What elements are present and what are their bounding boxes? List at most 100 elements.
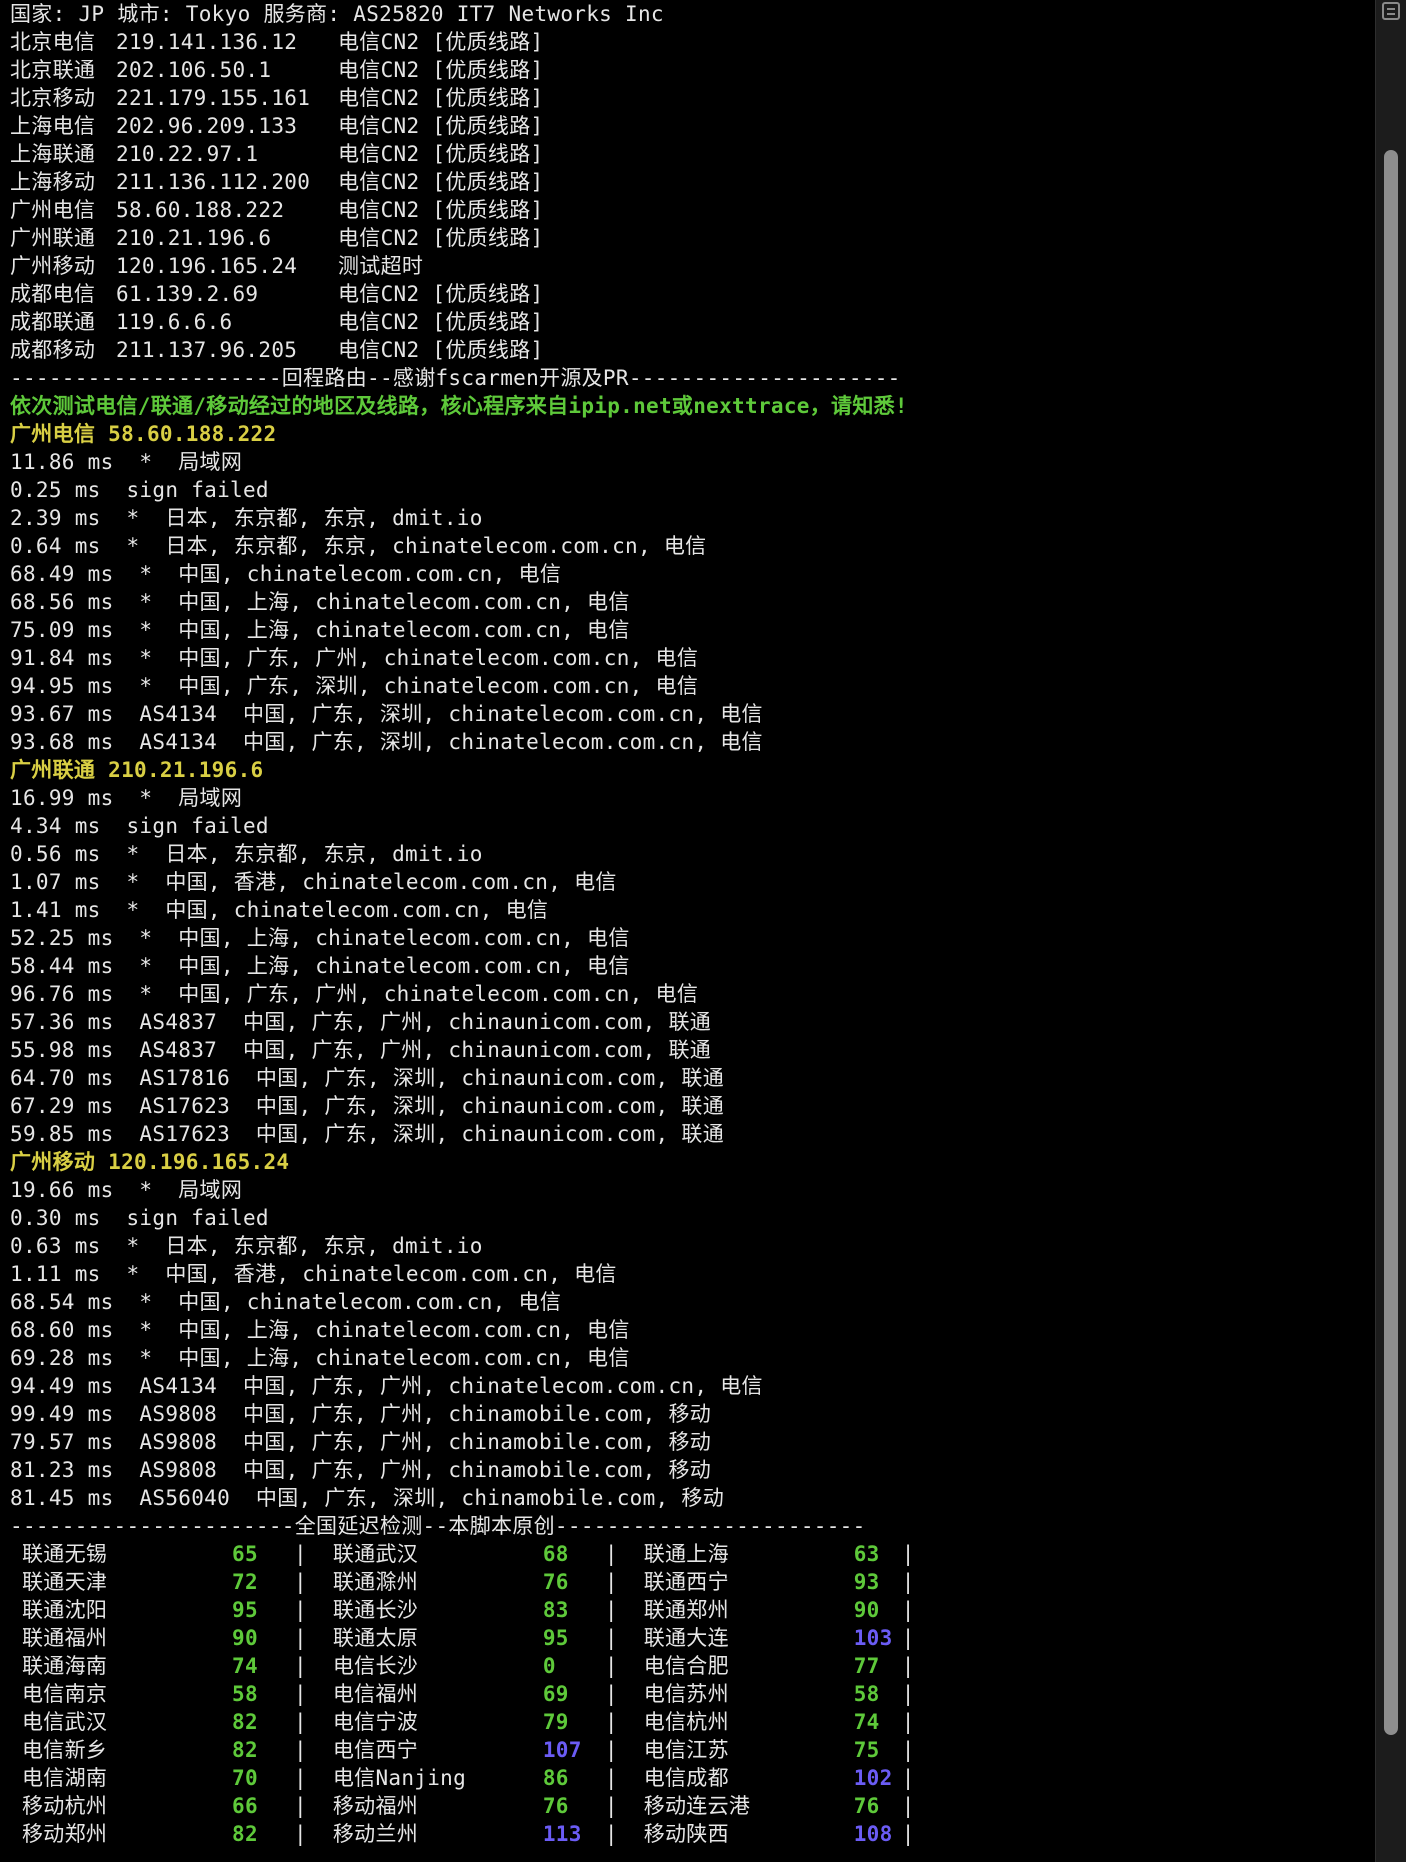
latency-city: 电信Nanjing <box>332 1766 467 1790</box>
trace-hop: 0.30 ms sign failed <box>10 1206 269 1230</box>
trace-hop: 79.57 ms AS9808 中国, 广东, 广州, chinamobile.… <box>10 1430 712 1454</box>
latency-row: 联通海南 74 | 电信长沙 0 | 电信合肥 77 | <box>10 1652 1376 1680</box>
latency-row: 电信新乡 82 | 电信西宁 107 | 电信江苏 75 | <box>10 1736 1376 1764</box>
latency-value: 82 <box>232 1822 258 1846</box>
latency-city: 联通大连 <box>643 1626 729 1650</box>
column-divider: | <box>294 1598 333 1622</box>
terminal-output[interactable]: 国家: JP 城市: Tokyo 服务商: AS25820 IT7 Networ… <box>0 0 1376 1862</box>
route-label: 成都电信 <box>10 282 109 306</box>
route-ip: 210.22.97.1 <box>116 142 259 166</box>
latency-city: 移动连云港 <box>643 1794 751 1818</box>
column-divider: | <box>901 1654 915 1678</box>
trace-hop: 1.11 ms * 中国, 香港, chinatelecom.com.cn, 电… <box>10 1262 617 1286</box>
route-label: 成都联通 <box>10 310 109 334</box>
latency-city: 联通太原 <box>332 1626 419 1650</box>
column-divider: | <box>604 1626 644 1650</box>
route-label: 广州移动 <box>10 254 109 278</box>
latency-city: 电信福州 <box>332 1682 419 1706</box>
trace-hop: 0.63 ms * 日本, 东京都, 东京, dmit.io <box>10 1234 483 1258</box>
route-result: 电信CN2 [优质线路] <box>338 170 544 194</box>
route-label: 成都移动 <box>10 338 109 362</box>
latency-city: 移动兰州 <box>332 1822 419 1846</box>
latency-row: 移动郑州 82 | 移动兰州 113 | 移动陕西 108 | <box>10 1820 1376 1848</box>
latency-value: 76 <box>542 1794 569 1818</box>
latency-row: 联通沈阳 95 | 联通长沙 83 | 联通郑州 90 | <box>10 1596 1376 1624</box>
latency-city: 联通无锡 <box>22 1542 108 1566</box>
route-label: 上海移动 <box>10 170 109 194</box>
route-check-row: 上海移动 211.136.112.200 电信CN2 [优质线路] <box>10 168 1376 196</box>
trace-title: 广州移动 120.196.165.24 <box>10 1150 290 1174</box>
latency-table: 联通无锡 65 | 联通武汉 68 | 联通上海 63 | 联通天津 72 | 联通滁州 76 | 联… <box>10 1540 1376 1848</box>
trace-hop: 67.29 ms AS17623 中国, 广东, 深圳, chinaunicom… <box>10 1094 725 1118</box>
latency-value: 58 <box>853 1682 880 1706</box>
trace-title: 广州联通 210.21.196.6 <box>10 758 264 782</box>
trace-hops: 16.99 ms * 局域网 4.34 ms sign failed 0.56 ms… <box>10 784 1376 1148</box>
route-check-row: 广州电信 58.60.188.222 电信CN2 [优质线路] <box>10 196 1376 224</box>
latency-city: 联通海南 <box>22 1654 108 1678</box>
column-divider: | <box>294 1626 333 1650</box>
route-ip: 58.60.188.222 <box>116 198 285 222</box>
latency-value: 113 <box>542 1822 582 1846</box>
route-result: 测试超时 <box>338 254 424 278</box>
latency-value: 107 <box>542 1738 582 1762</box>
route-label: 北京电信 <box>10 30 109 54</box>
trace-hops: 19.66 ms * 局域网 0.30 ms sign failed 0.63 ms… <box>10 1176 1376 1512</box>
latency-city: 联通滁州 <box>332 1570 419 1594</box>
latency-city: 移动陕西 <box>643 1822 729 1846</box>
latency-value: 95 <box>232 1598 258 1622</box>
trace-hop: 75.09 ms * 中国, 上海, chinatelecom.com.cn, … <box>10 618 630 642</box>
trace-hop: 93.68 ms AS4134 中国, 广东, 深圳, chinatelecom… <box>10 730 763 754</box>
column-divider: | <box>604 1822 644 1846</box>
latency-value: 70 <box>232 1766 258 1790</box>
latency-value: 66 <box>232 1794 258 1818</box>
latency-value: 74 <box>232 1654 258 1678</box>
route-check-row: 成都联通 119.6.6.6 电信CN2 [优质线路] <box>10 308 1376 336</box>
latency-value: 69 <box>542 1682 569 1706</box>
column-divider: | <box>901 1710 915 1734</box>
column-divider: | <box>604 1570 644 1594</box>
route-label: 广州联通 <box>10 226 109 250</box>
route-ip: 120.196.165.24 <box>116 254 298 278</box>
trace-title: 广州电信 58.60.188.222 <box>10 422 277 446</box>
latency-city: 电信江苏 <box>643 1738 729 1762</box>
latency-city: 移动杭州 <box>22 1794 108 1818</box>
latency-value: 58 <box>232 1682 258 1706</box>
trace-hop: 96.76 ms * 中国, 广东, 广州, chinatelecom.com.… <box>10 982 699 1006</box>
latency-city: 联通西宁 <box>643 1570 729 1594</box>
latency-city: 联通沈阳 <box>22 1598 108 1622</box>
route-ip: 202.96.209.133 <box>116 114 298 138</box>
list-icon[interactable] <box>1382 2 1400 20</box>
route-separator: ---------------------回程路由--感谢fscarmen开源及… <box>10 366 901 390</box>
latency-separator: ----------------------全国延迟检测--本脚本原创-----… <box>10 1514 866 1538</box>
trace-hop: 94.95 ms * 中国, 广东, 深圳, chinatelecom.com.… <box>10 674 699 698</box>
column-divider: | <box>604 1766 644 1790</box>
latency-value: 76 <box>542 1570 569 1594</box>
location-header: 国家: JP 城市: Tokyo 服务商: AS25820 IT7 Networ… <box>10 2 664 26</box>
latency-city: 电信湖南 <box>22 1766 108 1790</box>
column-divider: | <box>901 1570 915 1594</box>
latency-city: 电信新乡 <box>22 1738 108 1762</box>
column-divider: | <box>294 1794 333 1818</box>
latency-value: 82 <box>232 1710 258 1734</box>
latency-city: 电信西宁 <box>332 1738 419 1762</box>
route-ip: 202.106.50.1 <box>116 58 272 82</box>
route-result: 电信CN2 [优质线路] <box>338 142 544 166</box>
latency-value: 77 <box>853 1654 880 1678</box>
route-check-row: 广州移动 120.196.165.24 测试超时 <box>10 252 1376 280</box>
trace-hop: 91.84 ms * 中国, 广东, 广州, chinatelecom.com.… <box>10 646 699 670</box>
latency-value: 65 <box>232 1542 258 1566</box>
route-result: 电信CN2 [优质线路] <box>338 282 544 306</box>
scrollbar-thumb[interactable] <box>1384 150 1398 1735</box>
latency-row: 移动杭州 66 | 移动福州 76 | 移动连云港 76 | <box>10 1792 1376 1820</box>
trace-hop: 94.49 ms AS4134 中国, 广东, 广州, chinatelecom… <box>10 1374 763 1398</box>
column-divider: | <box>294 1822 333 1846</box>
route-check-list: 北京电信 219.141.136.12 电信CN2 [优质线路] 北京联通 202.… <box>10 28 1376 364</box>
trace-hop: 52.25 ms * 中国, 上海, chinatelecom.com.cn, … <box>10 926 630 950</box>
route-label: 广州电信 <box>10 198 109 222</box>
vertical-scrollbar[interactable] <box>1375 0 1406 1862</box>
latency-value: 93 <box>853 1570 880 1594</box>
latency-city: 电信武汉 <box>22 1710 108 1734</box>
column-divider: | <box>901 1542 915 1566</box>
route-check-row: 广州联通 210.21.196.6 电信CN2 [优质线路] <box>10 224 1376 252</box>
latency-value: 82 <box>232 1738 258 1762</box>
